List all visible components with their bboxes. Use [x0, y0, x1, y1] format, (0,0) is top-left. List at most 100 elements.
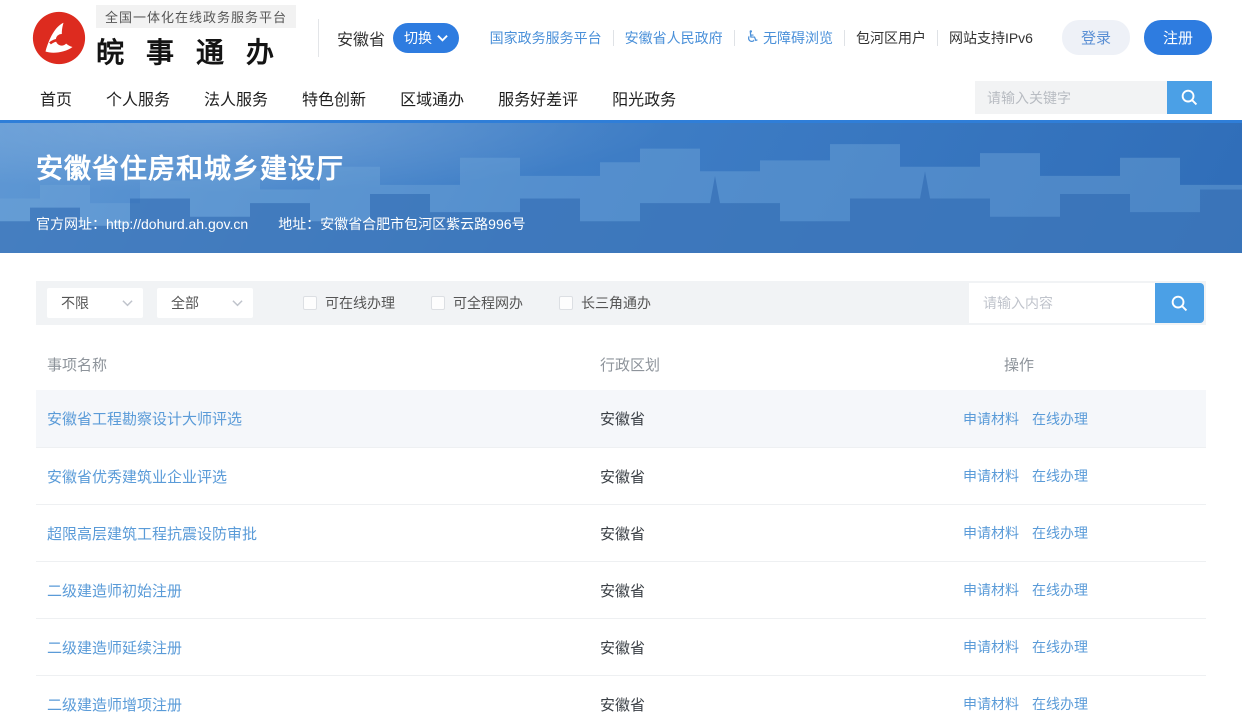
table-header: 事项名称 行政区划 操作 — [36, 325, 1206, 390]
category-select[interactable]: 全部 — [157, 288, 253, 318]
online-handle-link[interactable]: 在线办理 — [1032, 637, 1088, 657]
online-handle-checkbox[interactable]: 可在线办理 — [303, 293, 395, 313]
link-anhui-gov[interactable]: 安徽省人民政府 — [613, 30, 734, 46]
register-button[interactable]: 注册 — [1144, 20, 1212, 55]
checkbox-box — [303, 296, 317, 310]
table-row: 二级建造师增项注册 安徽省 申请材料 在线办理 — [36, 675, 1206, 727]
nav-item[interactable]: 个人服务 — [106, 86, 170, 110]
chevron-down-icon — [437, 34, 448, 42]
site-logo[interactable]: 全国一体化在线政务服务平台 皖事通办 — [32, 5, 296, 71]
apply-materials-link[interactable]: 申请材料 — [963, 523, 1019, 543]
nav-items: 首页 个人服务 法人服务 特色创新 区域通办 服务好差评 阳光政务 — [40, 86, 710, 110]
apply-materials-link[interactable]: 申请材料 — [963, 637, 1019, 657]
table-row: 超限高层建筑工程抗震设防审批 安徽省 申请材料 在线办理 — [36, 504, 1206, 561]
item-region: 安徽省 — [600, 583, 645, 600]
table-row: 二级建造师延续注册 安徽省 申请材料 在线办理 — [36, 618, 1206, 675]
item-region: 安徽省 — [600, 469, 645, 486]
apply-materials-link[interactable]: 申请材料 — [963, 409, 1019, 429]
online-handle-link[interactable]: 在线办理 — [1032, 466, 1088, 486]
online-handle-link[interactable]: 在线办理 — [1032, 694, 1088, 714]
scope-select-value: 不限 — [61, 293, 89, 313]
nav-item[interactable]: 法人服务 — [204, 86, 268, 110]
checkbox-label: 可在线办理 — [325, 293, 395, 313]
item-region: 安徽省 — [600, 526, 645, 543]
column-item-name: 事项名称 — [36, 354, 600, 375]
item-name-link[interactable]: 二级建造师增项注册 — [47, 697, 182, 714]
checkbox-box — [431, 296, 445, 310]
top-link-label: 安徽省人民政府 — [625, 30, 723, 46]
online-handle-link[interactable]: 在线办理 — [1032, 409, 1088, 429]
official-website: 官方网址：http://dohurd.ah.gov.cn — [36, 214, 248, 234]
content-search-input[interactable] — [969, 283, 1155, 323]
category-select-value: 全部 — [171, 293, 199, 313]
top-link-label: 包河区用户 — [856, 30, 926, 46]
link-accessibility[interactable]: ♿无障碍浏览 — [734, 30, 844, 46]
search-icon — [1180, 88, 1199, 107]
nav-search — [975, 81, 1212, 114]
department-address: 地址：安徽省合肥市包河区紫云路996号 — [278, 214, 525, 234]
content-area: 不限 全部 可在线办理 可全程网办 长三角通办 — [36, 281, 1206, 727]
region-switch-button[interactable]: 切换 — [393, 23, 459, 53]
checkbox-label: 可全程网办 — [453, 293, 523, 313]
table-row: 安徽省优秀建筑业企业评选 安徽省 申请材料 在线办理 — [36, 447, 1206, 504]
item-region: 安徽省 — [600, 411, 645, 428]
yangtze-delta-checkbox[interactable]: 长三角通办 — [559, 293, 651, 313]
nav-item[interactable]: 首页 — [40, 86, 72, 110]
apply-materials-link[interactable]: 申请材料 — [963, 694, 1019, 714]
keyword-search-input[interactable] — [975, 81, 1167, 114]
nav-item[interactable]: 服务好差评 — [498, 86, 578, 110]
top-link-label: 无障碍浏览 — [763, 30, 833, 46]
chevron-down-icon — [122, 299, 133, 307]
accessibility-icon: ♿ — [746, 31, 760, 45]
apply-materials-link[interactable]: 申请材料 — [963, 580, 1019, 600]
table-row: 安徽省工程勘察设计大师评选 安徽省 申请材料 在线办理 — [36, 390, 1206, 447]
item-name-link[interactable]: 二级建造师延续注册 — [47, 640, 182, 657]
link-national-platform[interactable]: 国家政务服务平台 — [479, 30, 613, 46]
switch-label: 切换 — [404, 28, 432, 48]
header-links: 国家政务服务平台安徽省人民政府♿无障碍浏览包河区用户网站支持IPv6 — [479, 30, 1044, 46]
keyword-search-button[interactable] — [1167, 81, 1212, 114]
main-nav: 首页 个人服务 法人服务 特色创新 区域通办 服务好差评 阳光政务 — [0, 75, 1242, 123]
login-button[interactable]: 登录 — [1062, 20, 1130, 55]
platform-label: 全国一体化在线政务服务平台 — [96, 5, 296, 28]
vertical-divider — [318, 19, 319, 57]
item-region: 安徽省 — [600, 697, 645, 714]
table-body: 安徽省工程勘察设计大师评选 安徽省 申请材料 在线办理 安徽省优秀建筑业企业评选… — [36, 390, 1206, 727]
checkbox-box — [559, 296, 573, 310]
column-region: 行政区划 — [600, 354, 963, 375]
filter-search — [969, 283, 1204, 323]
scope-select[interactable]: 不限 — [47, 288, 143, 318]
table-row: 二级建造师初始注册 安徽省 申请材料 在线办理 — [36, 561, 1206, 618]
checkbox-label: 长三角通办 — [581, 293, 651, 313]
header-right: 国家政务服务平台安徽省人民政府♿无障碍浏览包河区用户网站支持IPv6 登录 注册 — [479, 20, 1212, 55]
apply-materials-link[interactable]: 申请材料 — [963, 466, 1019, 486]
site-header: 全国一体化在线政务服务平台 皖事通办 安徽省 切换 国家政务服务平台 安徽省人民政… — [0, 0, 1242, 75]
items-table: 事项名称 行政区划 操作 安徽省工程勘察设计大师评选 安徽省 申请材料 在线办理… — [36, 325, 1206, 727]
link-baohe-user[interactable]: 包河区用户 — [844, 30, 937, 46]
item-name-link[interactable]: 安徽省优秀建筑业企业评选 — [47, 469, 227, 486]
logo-icon — [32, 11, 86, 65]
item-name-link[interactable]: 二级建造师初始注册 — [47, 583, 182, 600]
top-link-label: 国家政务服务平台 — [490, 30, 602, 46]
nav-item[interactable]: 特色创新 — [302, 86, 366, 110]
region-name: 安徽省 — [337, 26, 385, 50]
link-ipv6[interactable]: 网站支持IPv6 — [937, 30, 1044, 46]
search-icon — [1170, 294, 1189, 313]
department-title: 安徽省住房和城乡建设厅 — [36, 147, 1242, 186]
banner-info: 官方网址：http://dohurd.ah.gov.cn 地址：安徽省合肥市包河… — [36, 214, 1242, 234]
item-name-link[interactable]: 安徽省工程勘察设计大师评选 — [47, 411, 242, 428]
top-link-label: 网站支持IPv6 — [949, 30, 1033, 46]
item-name-link[interactable]: 超限高层建筑工程抗震设防审批 — [47, 526, 257, 543]
content-search-button[interactable] — [1155, 283, 1204, 323]
nav-item[interactable]: 区域通办 — [400, 86, 464, 110]
nav-item[interactable]: 阳光政务 — [612, 86, 676, 110]
region-group: 安徽省 切换 — [318, 19, 459, 57]
online-handle-link[interactable]: 在线办理 — [1032, 580, 1088, 600]
online-handle-link[interactable]: 在线办理 — [1032, 523, 1088, 543]
department-banner: 安徽省住房和城乡建设厅 官方网址：http://dohurd.ah.gov.cn… — [0, 123, 1242, 253]
brand-title: 皖事通办 — [96, 31, 296, 71]
filter-bar: 不限 全部 可在线办理 可全程网办 长三角通办 — [36, 281, 1206, 325]
full-online-checkbox[interactable]: 可全程网办 — [431, 293, 523, 313]
column-action: 操作 — [963, 354, 1075, 375]
item-region: 安徽省 — [600, 640, 645, 657]
